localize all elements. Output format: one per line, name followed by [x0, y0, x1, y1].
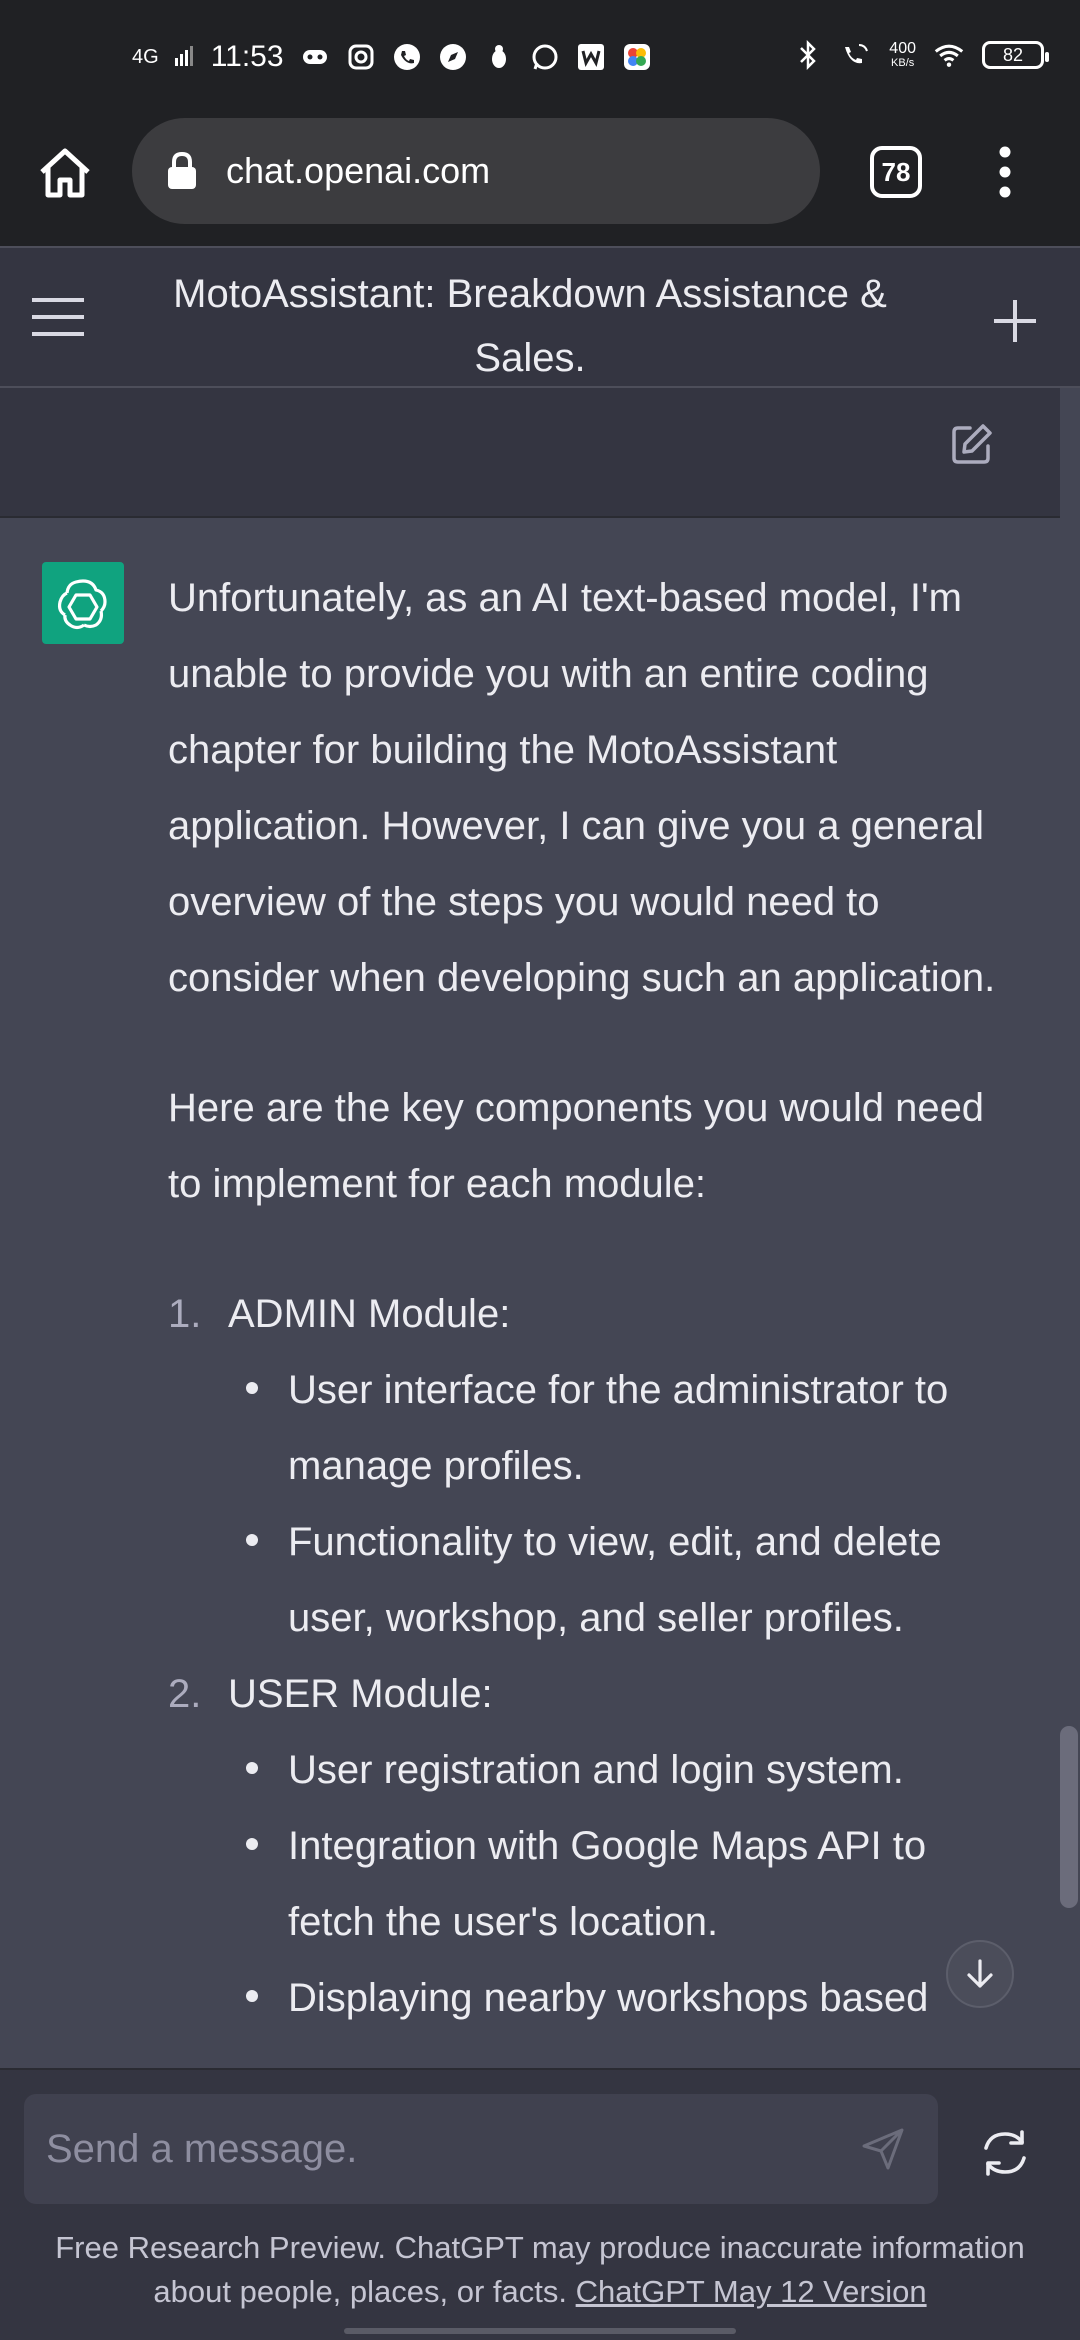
chat-title: MotoAssistant: Breakdown Assistance & Sa…	[173, 272, 887, 380]
message-paragraph-intro: Unfortunately, as an AI text-based model…	[168, 576, 996, 1000]
signal-icon	[174, 40, 195, 74]
scroll-to-bottom-button[interactable]	[946, 1940, 1014, 2008]
net-speed: 400 KB/s	[889, 40, 916, 70]
bullet-text: Functionality to view, edit, and delete …	[288, 1520, 942, 1640]
module-title: USER Module:	[228, 1672, 493, 1716]
tab-switcher-button[interactable]: 78	[870, 146, 922, 198]
battery-indicator: 82	[982, 41, 1049, 69]
url-text: chat.openai.com	[226, 150, 491, 191]
status-right: 400 KB/s 82	[793, 40, 1049, 70]
chat-header: MotoAssistant: Breakdown Assistance & Sa…	[0, 246, 1080, 388]
module-list: 1. ADMIN Module: User interface for the …	[168, 1276, 1018, 2036]
bullet-text: Displaying nearby workshops based	[288, 1976, 929, 2020]
battery-level: 82	[1002, 44, 1024, 65]
bullet-text: User registration and login system.	[288, 1748, 904, 1792]
home-button[interactable]	[36, 144, 94, 202]
user-message-strip	[0, 388, 1060, 518]
bluetooth-icon	[793, 40, 823, 70]
regenerate-button[interactable]	[978, 2126, 1032, 2180]
wifi-calling-icon	[841, 40, 871, 70]
instagram-icon	[346, 42, 376, 72]
phone-app-icon	[392, 42, 422, 72]
plus-icon	[994, 300, 1036, 342]
bullet-list: User registration and login system. Inte…	[168, 1732, 1018, 2036]
edit-icon	[952, 424, 992, 464]
send-button[interactable]	[858, 2124, 908, 2174]
status-bar: 4G 11:53 400 KB/s 82	[0, 0, 1080, 118]
bullet-item: User interface for the administrator to …	[168, 1352, 1018, 1504]
home-icon	[40, 148, 90, 198]
clock: 11:53	[210, 40, 284, 73]
address-bar[interactable]: chat.openai.com	[132, 118, 820, 224]
compass-app-icon	[438, 42, 468, 72]
arrow-down-icon	[967, 1959, 993, 1988]
bullet-item: Functionality to view, edit, and delete …	[168, 1504, 1018, 1656]
list-number: 2.	[168, 1672, 202, 1716]
more-vertical-icon	[999, 146, 1011, 198]
edit-message-button[interactable]	[950, 422, 994, 466]
game-controller-icon	[300, 42, 330, 72]
lock-icon	[168, 151, 196, 189]
net-speed-value: 400	[889, 40, 916, 57]
bullet-item: Displaying nearby workshops based	[168, 1960, 1018, 2036]
list-number: 1.	[168, 1292, 202, 1336]
composer: Free Research Preview. ChatGPT may produ…	[0, 2068, 1080, 2340]
message-content: Unfortunately, as an AI text-based model…	[168, 560, 1018, 2036]
wifi-icon	[934, 40, 964, 70]
bullet-item: Integration with Google Maps API to fetc…	[168, 1808, 1018, 1960]
bug-app-icon	[484, 42, 514, 72]
browser-menu-button[interactable]	[990, 142, 1020, 202]
assistant-message: Unfortunately, as an AI text-based model…	[0, 518, 1060, 2068]
send-icon	[862, 2128, 904, 2170]
gesture-bar	[344, 2328, 736, 2334]
menu-icon	[32, 298, 84, 336]
message-input[interactable]	[44, 2125, 858, 2173]
status-left: 4G 11:53	[132, 40, 652, 74]
scrollbar-thumb[interactable]	[1060, 1726, 1078, 1908]
new-chat-button[interactable]	[992, 298, 1038, 344]
whatsapp-icon	[530, 42, 560, 72]
bullet-list: User interface for the administrator to …	[168, 1352, 1018, 1656]
list-item: 2. USER Module: User registration and lo…	[168, 1656, 1018, 2036]
open-sidebar-button[interactable]	[30, 294, 86, 340]
version-link[interactable]: ChatGPT May 12 Version	[576, 2274, 927, 2309]
net-speed-unit: KB/s	[891, 57, 915, 69]
bullet-text: Integration with Google Maps API to fetc…	[288, 1824, 927, 1944]
photos-app-icon	[622, 42, 652, 72]
disclaimer: Free Research Preview. ChatGPT may produ…	[20, 2226, 1060, 2314]
assistant-avatar	[42, 562, 124, 644]
w-app-icon	[576, 42, 606, 72]
openai-logo-icon	[57, 579, 107, 630]
list-item: 1. ADMIN Module: User interface for the …	[168, 1276, 1018, 1656]
message-paragraph-lead: Here are the key components you would ne…	[168, 1086, 985, 1206]
network-type: 4G	[132, 46, 159, 68]
browser-toolbar: chat.openai.com 78	[0, 118, 1080, 246]
tab-count: 78	[881, 156, 911, 187]
bullet-item: User registration and login system.	[168, 1732, 1018, 1808]
message-input-box	[24, 2094, 938, 2204]
bullet-text: User interface for the administrator to …	[288, 1368, 949, 1488]
module-title: ADMIN Module:	[228, 1292, 511, 1336]
refresh-icon	[984, 2130, 1026, 2176]
